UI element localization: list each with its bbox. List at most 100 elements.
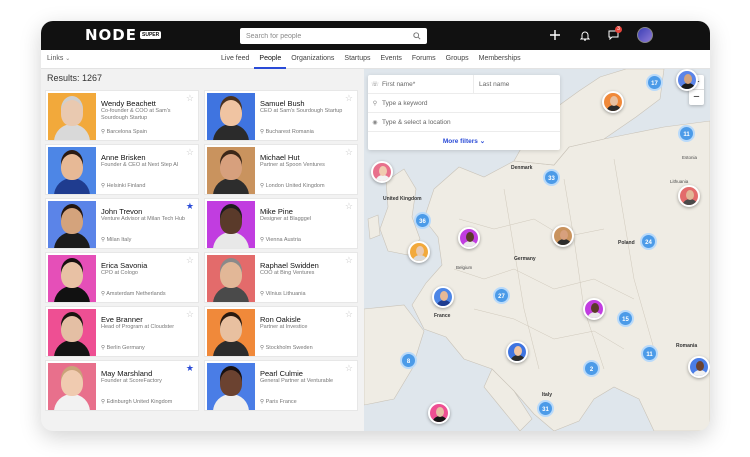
person-name[interactable]: May Marshland — [101, 369, 152, 378]
star-icon[interactable]: ☆ — [345, 310, 353, 319]
search-input[interactable] — [246, 32, 413, 40]
map-profile-pin[interactable] — [458, 227, 480, 249]
star-icon[interactable]: ☆ — [345, 94, 353, 103]
pin-icon: ⚲ — [260, 237, 265, 243]
person-location: ⚲ London United Kingdom — [260, 183, 325, 189]
map-cluster[interactable]: 17 — [646, 74, 663, 91]
map-label: Estonia — [682, 155, 698, 160]
links-dropdown[interactable]: Links ⌄ — [47, 55, 70, 62]
map-profile-pin[interactable] — [678, 185, 700, 207]
plus-icon[interactable] — [547, 27, 563, 43]
keyword-filter-row[interactable]: ⚲ Type a keyword — [368, 94, 560, 113]
person-name[interactable]: Pearl Culmie — [260, 369, 303, 378]
star-icon[interactable]: ☆ — [345, 256, 353, 265]
person-card[interactable]: Samuel Bush CEO at Sam's Sourdough Start… — [204, 90, 358, 141]
map-profile-pin[interactable] — [428, 402, 450, 424]
map-cluster[interactable]: 36 — [414, 212, 431, 229]
star-icon[interactable]: ☆ — [186, 148, 194, 157]
tab-events[interactable]: Events — [376, 50, 407, 69]
map-cluster[interactable]: 11 — [641, 345, 658, 362]
person-card[interactable]: Raphael Swidden COO at Bing Ventures ⚲ V… — [204, 252, 358, 303]
person-name[interactable]: Erica Savonia — [101, 261, 147, 270]
map-profile-pin[interactable] — [408, 241, 430, 263]
person-name[interactable]: Michael Hut — [260, 153, 300, 162]
location-input[interactable]: Type & select a location — [382, 119, 451, 126]
map-cluster[interactable]: 27 — [493, 287, 510, 304]
map-profile-pin[interactable] — [506, 341, 528, 363]
first-name-input[interactable]: First name* — [382, 81, 415, 88]
person-card[interactable]: May Marshland Founder at ScoreFactory ⚲ … — [45, 360, 199, 411]
logo[interactable]: NODE SUPER — [85, 26, 162, 44]
messages-icon[interactable]: 3 — [605, 26, 622, 43]
person-card[interactable]: Pearl Culmie General Partner at Venturab… — [204, 360, 358, 411]
person-card[interactable]: Mike Pine Designer at Blagggel ⚲ Vienna … — [204, 198, 358, 249]
tab-startups[interactable]: Startups — [339, 50, 375, 69]
map-profile-pin[interactable] — [371, 161, 393, 183]
star-icon[interactable]: ☆ — [345, 202, 353, 211]
zoom-out-button[interactable]: − — [689, 90, 704, 105]
person-name[interactable]: Ron Oakisle — [260, 315, 301, 324]
star-icon[interactable]: ☆ — [186, 310, 194, 319]
map-profile-pin[interactable] — [676, 69, 698, 91]
last-name-input[interactable]: Last name — [479, 81, 509, 88]
map-label: Germany — [514, 256, 536, 262]
photo-head — [61, 208, 83, 234]
map-cluster[interactable]: 24 — [640, 233, 657, 250]
more-filters-button[interactable]: More filters ⌄ — [368, 137, 560, 145]
person-name[interactable]: John Trevon — [101, 207, 142, 216]
location-text: Milan Italy — [106, 237, 132, 243]
person-card[interactable]: Wendy Beachett Co-founder & COO at Sam's… — [45, 90, 199, 141]
tab-people[interactable]: People — [254, 50, 287, 69]
map-cluster[interactable]: 15 — [617, 310, 634, 327]
user-avatar[interactable] — [637, 27, 653, 43]
person-card[interactable]: John Trevon Venture Advisor at Milan Tec… — [45, 198, 199, 249]
tab-memberships[interactable]: Memberships — [474, 50, 526, 69]
person-name[interactable]: Eve Branner — [101, 315, 143, 324]
person-card[interactable]: Anne Brisken Founder & CEO at Next Step … — [45, 144, 199, 195]
location-filter-row[interactable]: ◉ Type & select a location — [368, 113, 560, 132]
tab-organizations[interactable]: Organizations — [286, 50, 339, 69]
person-card[interactable]: Eve Branner Head of Program at Cloudster… — [45, 306, 199, 357]
photo-head — [61, 154, 83, 180]
tab-forums[interactable]: Forums — [407, 50, 441, 69]
map-cluster[interactable]: 31 — [537, 400, 554, 417]
person-name[interactable]: Anne Brisken — [101, 153, 146, 162]
person-name[interactable]: Mike Pine — [260, 207, 293, 216]
person-photo — [48, 255, 96, 302]
star-icon[interactable]: ☆ — [345, 364, 353, 373]
search-icon[interactable] — [413, 32, 421, 40]
person-name[interactable]: Wendy Beachett — [101, 99, 156, 108]
map-label: Lithuania — [670, 179, 689, 184]
map-profile-pin[interactable] — [552, 225, 574, 247]
star-icon[interactable]: ★ — [186, 202, 194, 211]
map-profile-pin[interactable] — [583, 298, 605, 320]
person-name[interactable]: Raphael Swidden — [260, 261, 319, 270]
map-profile-pin[interactable] — [432, 286, 454, 308]
tab-groups[interactable]: Groups — [441, 50, 474, 69]
map-profile-pin[interactable] — [602, 91, 624, 113]
map-cluster[interactable]: 8 — [400, 352, 417, 369]
map-cluster[interactable]: 2 — [583, 360, 600, 377]
star-icon[interactable]: ★ — [186, 364, 194, 373]
person-card[interactable]: Erica Savonia CPO at Cologo ⚲ Amsterdam … — [45, 252, 199, 303]
bell-icon[interactable] — [577, 27, 593, 43]
star-icon[interactable]: ☆ — [345, 148, 353, 157]
person-card[interactable]: Michael Hut Partner at Spoon Ventures ⚲ … — [204, 144, 358, 195]
map-view[interactable]: ☏ First name* Last name ⚲ Type a keyword… — [364, 69, 710, 431]
map-cluster[interactable]: 11 — [678, 125, 695, 142]
map-profile-pin[interactable] — [688, 356, 710, 378]
more-filters-label: More filters — [442, 138, 478, 145]
star-icon[interactable]: ☆ — [186, 94, 194, 103]
pin-icon: ⚲ — [101, 399, 106, 405]
person-card[interactable]: Ron Oakisle Partner at Investice ⚲ Stock… — [204, 306, 358, 357]
star-icon[interactable]: ☆ — [186, 256, 194, 265]
people-grid: Wendy Beachett Co-founder & COO at Sam's… — [45, 90, 365, 431]
map-cluster[interactable]: 33 — [543, 169, 560, 186]
search-box[interactable] — [240, 28, 427, 44]
photo-head — [220, 208, 242, 234]
pin-head — [379, 166, 387, 176]
tab-live-feed[interactable]: Live feed — [216, 50, 254, 69]
person-name[interactable]: Samuel Bush — [260, 99, 305, 108]
keyword-input[interactable]: Type a keyword — [382, 100, 428, 107]
person-location: ⚲ Bucharest Romania — [260, 129, 314, 135]
